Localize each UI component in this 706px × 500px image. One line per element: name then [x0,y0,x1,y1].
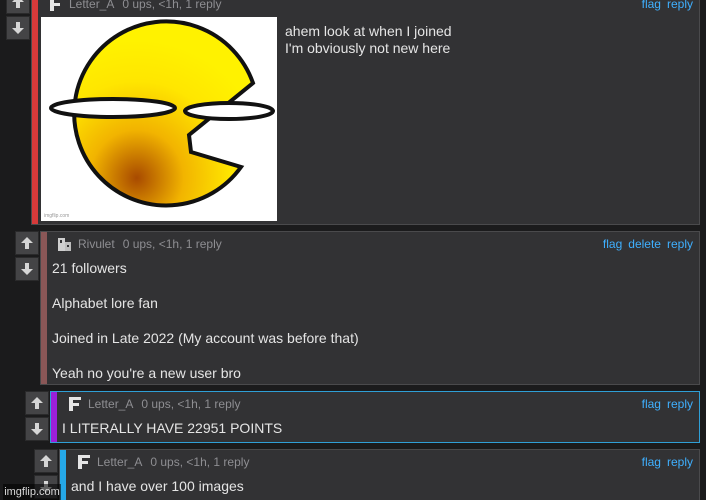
comment-text: ahem look at when I joined I'm obviously… [285,23,452,57]
flag-link[interactable]: flag [642,455,661,469]
arrow-up-icon [21,237,33,249]
site-watermark: imgflip.com [3,484,61,500]
comment-line: Yeah no you're a new user bro [52,365,241,381]
downvote-button[interactable] [6,16,30,40]
comment-actions: flag reply [642,0,693,11]
reply-link[interactable]: reply [667,455,693,469]
comment-line: I'm obviously not new here [285,40,451,56]
arrow-down-icon [31,423,43,435]
reply-link[interactable]: reply [667,0,693,11]
comment-meta: 0 ups, <1h, 1 reply [141,397,241,411]
reply-link[interactable]: reply [667,397,693,411]
comment-actions: flag reply [642,397,693,411]
arrow-up-icon [40,455,52,467]
avatar[interactable] [57,236,73,252]
comment-box: Letter_A 0 ups, <1h, 1 reply flag reply … [50,391,700,443]
upvote-button[interactable] [25,391,49,415]
depth-stripe [41,232,47,384]
flag-link[interactable]: flag [642,0,661,11]
upvote-button[interactable] [15,231,39,255]
comment-meta: 0 ups, <1h, 1 reply [150,455,250,469]
comment-meta: 0 ups, <1h, 1 reply [122,237,222,251]
pacman-face-image: imgflip.com [44,19,275,219]
vote-column [25,391,51,441]
comment-image[interactable]: imgflip.com [41,17,277,221]
comment-line: Joined in Late 2022 (My account was befo… [52,330,359,346]
comment-text: 21 followers Alphabet lore fan Joined in… [52,260,359,382]
avatar[interactable] [67,396,83,412]
comment-header: Letter_A 0 ups, <1h, 1 reply flag reply [67,395,693,413]
comment-header: Rivulet 0 ups, <1h, 1 reply flag delete … [57,235,693,253]
username-link[interactable]: Letter_A [88,397,133,411]
delete-link[interactable]: delete [628,237,661,251]
comment-line: ahem look at when I joined [285,23,452,39]
arrow-up-icon [12,0,24,8]
flag-link[interactable]: flag [642,397,661,411]
image-watermark: imgflip.com [44,213,69,219]
comment-box: Letter_A 0 ups, <1h, 1 reply flag reply [31,0,700,225]
comment-text: I LITERALLY HAVE 22951 POINTS [62,420,282,437]
comment-2: Rivulet 0 ups, <1h, 1 reply flag delete … [15,231,700,385]
arrow-down-icon [12,22,24,34]
arrow-up-icon [31,397,43,409]
comment-4: Letter_A 0 ups, <1h, 1 reply flag reply … [34,449,700,500]
comment-text: and I have over 100 images [71,478,244,495]
downvote-button[interactable] [25,417,49,441]
comment-line: and I have over 100 images [71,478,244,494]
comment-box: Rivulet 0 ups, <1h, 1 reply flag delete … [40,231,700,385]
arrow-down-icon [21,263,33,275]
username-link[interactable]: Letter_A [69,0,114,11]
comment-header: Letter_A 0 ups, <1h, 1 reply flag reply [48,0,693,13]
flag-link[interactable]: flag [603,237,622,251]
comment-3: Letter_A 0 ups, <1h, 1 reply flag reply … [25,391,700,443]
upvote-button[interactable] [6,0,30,14]
comment-actions: flag reply [642,455,693,469]
depth-stripe [51,392,57,442]
depth-stripe [32,0,38,224]
vote-column [6,0,32,40]
avatar[interactable] [48,0,64,12]
comment-box: Letter_A 0 ups, <1h, 1 reply flag reply … [59,449,700,500]
avatar[interactable] [76,454,92,470]
comment-line: I LITERALLY HAVE 22951 POINTS [62,420,283,436]
comment-line: Alphabet lore fan [52,295,158,311]
username-link[interactable]: Letter_A [97,455,142,469]
comment-meta: 0 ups, <1h, 1 reply [122,0,222,11]
username-link[interactable]: Rivulet [78,237,115,251]
upvote-button[interactable] [34,449,58,473]
downvote-button[interactable] [15,257,39,281]
comment-1: Letter_A 0 ups, <1h, 1 reply flag reply [6,0,700,225]
comment-header: Letter_A 0 ups, <1h, 1 reply flag reply [76,453,693,471]
reply-link[interactable]: reply [667,237,693,251]
comment-actions: flag delete reply [603,237,693,251]
vote-column [15,231,41,281]
comment-line: 21 followers [52,260,127,276]
